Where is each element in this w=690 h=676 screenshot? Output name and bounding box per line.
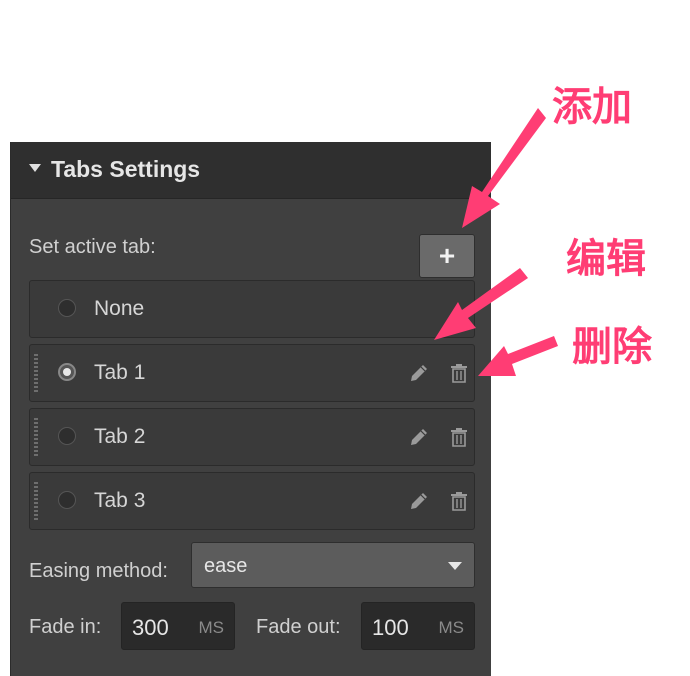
annotation-edit: 编辑 [566,236,646,282]
arrow-to-edit-icon [434,268,528,340]
arrow-to-add-button [462,108,546,228]
annotation-add: 添加 [552,84,632,130]
annotation-delete: 删除 [572,324,652,370]
arrow-to-delete-icon [478,336,558,376]
